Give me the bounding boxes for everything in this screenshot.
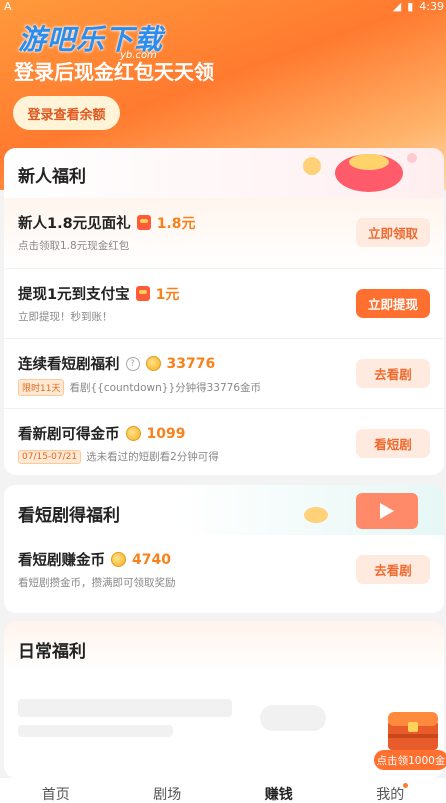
nav-mine-label: 我的 <box>376 787 405 803</box>
video-player-decoration-icon <box>304 493 418 529</box>
withdraw-now-button[interactable]: 立即提现 <box>356 289 430 318</box>
new-user-card-header: 新人福利 <box>4 148 444 198</box>
list-item-new-drama: 看新剧可得金币 1099 07/15-07/21 选未看过的短剧看2分钟可得 看… <box>4 408 444 475</box>
claim-now-button[interactable]: 立即领取 <box>356 218 430 247</box>
coin-icon <box>111 552 126 567</box>
item-name: 提现1元到支付宝 <box>18 287 130 303</box>
item-amount: 1099 <box>146 425 186 442</box>
list-item-continuous-watch: 连续看短剧福利 ? 33776 限时11天 看剧{{countdown}}分钟得… <box>4 338 444 408</box>
status-time: 4:39 <box>419 0 444 13</box>
loading-placeholder <box>18 725 173 737</box>
watch-drama-button[interactable]: 去看剧 <box>356 555 430 584</box>
daily-card-header: 日常福利 <box>4 621 444 671</box>
item-name: 连续看短剧福利 <box>18 357 120 373</box>
list-item-new-user-gift: 新人1.8元见面礼 1.8元 点击领取1.8元现金红包 立即领取 <box>4 198 444 268</box>
section-title: 日常福利 <box>18 642 86 662</box>
item-name: 看新剧可得金币 <box>18 427 120 443</box>
time-limit-badge: 限时11天 <box>18 379 65 396</box>
gift-bag-decoration-icon <box>303 153 417 192</box>
coin-icon <box>125 426 141 441</box>
nav-earn[interactable]: 赚钱 <box>223 778 335 803</box>
bottom-nav: 首页 剧场 赚钱 我的 <box>0 778 446 803</box>
help-icon[interactable]: ? <box>125 356 140 371</box>
loading-placeholder <box>18 699 232 717</box>
drama-card-header: 看短剧得福利 <box>4 485 444 535</box>
item-amount: 1元 <box>155 286 180 303</box>
nav-mine[interactable]: 我的 <box>335 778 446 803</box>
new-user-card: 新人福利 新人1.8元见面礼 1.8元 点击领取1.8元现金红包 立即领取 提现… <box>4 148 444 475</box>
item-name: 新人1.8元见面礼 <box>18 216 131 232</box>
red-packet-icon <box>135 286 150 301</box>
item-desc: 点击领取1.8元现金红包 <box>18 240 130 252</box>
item-desc: 选未看过的短剧看2分钟可得 <box>86 451 219 463</box>
list-item-withdraw: 提现1元到支付宝 1元 立即提现！秒到账！ 立即提现 <box>4 268 444 338</box>
battery-icon: ▮ <box>407 0 414 13</box>
status-left-icon: A <box>4 0 12 13</box>
list-item-earn-coins: 看短剧赚金币 4740 看短剧攒金币，攒满即可领取奖励 去看剧 <box>4 535 444 605</box>
watch-drama-button[interactable]: 去看剧 <box>356 359 430 388</box>
notification-dot <box>403 783 408 788</box>
hero-title: 登录后现金红包天天领 <box>14 60 214 84</box>
date-range-badge: 07/15-07/21 <box>18 449 82 464</box>
item-amount: 1.8元 <box>156 215 196 232</box>
watch-short-drama-button[interactable]: 看短剧 <box>356 429 430 458</box>
item-amount: 4740 <box>132 551 171 568</box>
status-bar: A ◢ ▮ 4:39 <box>0 0 446 14</box>
item-desc: 看剧{{countdown}}分钟得33776金币 <box>69 382 262 394</box>
drama-card: 看短剧得福利 看短剧赚金币 4740 看短剧攒金币，攒满即可领取奖励 去看剧 <box>4 485 444 613</box>
red-packet-icon <box>136 215 151 230</box>
section-title: 看短剧得福利 <box>18 506 120 526</box>
item-desc: 立即提现！秒到账！ <box>18 311 113 323</box>
nav-home[interactable]: 首页 <box>0 778 112 803</box>
nav-theater[interactable]: 剧场 <box>112 778 224 803</box>
item-amount: 33776 <box>166 355 216 372</box>
signal-icon: ◢ <box>392 0 402 13</box>
loading-placeholder <box>260 705 326 731</box>
section-title: 新人福利 <box>18 167 86 187</box>
item-desc: 看短剧攒金币，攒满即可领取奖励 <box>18 577 176 589</box>
chest-reward-label[interactable]: 点击领1000金 <box>374 750 446 770</box>
coin-icon <box>145 356 161 371</box>
treasure-chest-icon[interactable] <box>382 708 444 752</box>
login-button[interactable]: 登录查看余额 <box>13 96 120 130</box>
item-name: 看短剧赚金币 <box>18 553 105 569</box>
